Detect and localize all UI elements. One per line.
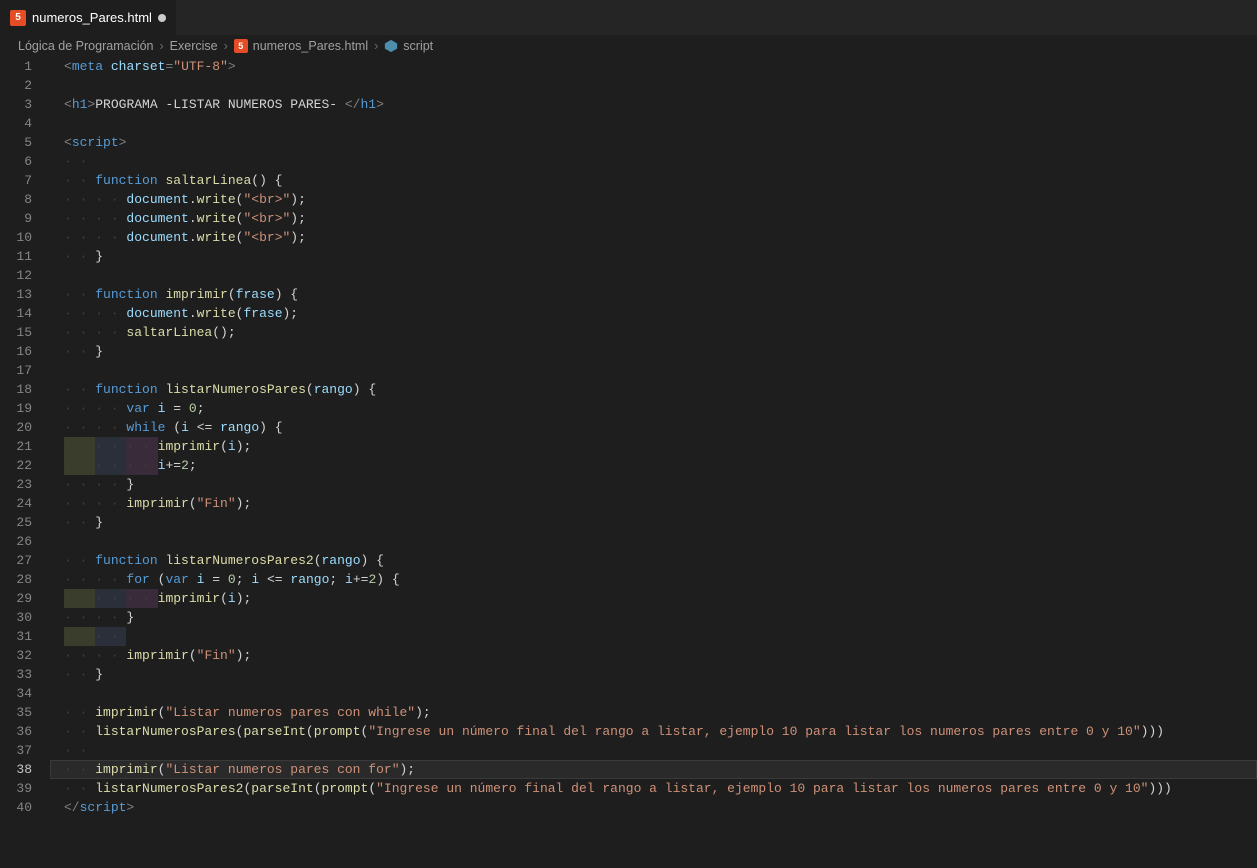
code-line[interactable]: · · } <box>50 342 1257 361</box>
code-line[interactable]: · · function saltarLinea() { <box>50 171 1257 190</box>
code-area[interactable]: <meta charset="UTF-8"> <h1>PROGRAMA -LIST… <box>50 57 1257 868</box>
line-number: 17 <box>0 361 32 380</box>
modified-indicator-icon <box>158 14 166 22</box>
breadcrumb-item[interactable]: Exercise <box>170 39 218 53</box>
line-number: 8 <box>0 190 32 209</box>
line-number: 39 <box>0 779 32 798</box>
code-line[interactable]: · · · · <box>50 627 1257 646</box>
line-number: 12 <box>0 266 32 285</box>
line-number: 18 <box>0 380 32 399</box>
code-line[interactable]: · · } <box>50 247 1257 266</box>
code-line[interactable]: · · · · } <box>50 608 1257 627</box>
line-number: 34 <box>0 684 32 703</box>
code-line[interactable]: · · · · saltarLinea(); <box>50 323 1257 342</box>
symbol-icon <box>384 39 398 53</box>
code-line[interactable] <box>50 684 1257 703</box>
line-number: 14 <box>0 304 32 323</box>
line-number-gutter: 1234567891011121314151617181920212223242… <box>0 57 50 868</box>
line-number: 28 <box>0 570 32 589</box>
line-number: 7 <box>0 171 32 190</box>
line-number: 25 <box>0 513 32 532</box>
line-number: 40 <box>0 798 32 817</box>
line-number: 21 <box>0 437 32 456</box>
line-number: 24 <box>0 494 32 513</box>
code-line[interactable]: · · · · imprimir("Fin"); <box>50 494 1257 513</box>
code-line[interactable]: · · <box>50 152 1257 171</box>
code-line[interactable]: · · · · document.write("<br>"); <box>50 190 1257 209</box>
line-number: 22 <box>0 456 32 475</box>
line-number: 32 <box>0 646 32 665</box>
code-line[interactable]: <meta charset="UTF-8"> <box>50 57 1257 76</box>
line-number: 35 <box>0 703 32 722</box>
code-line[interactable]: · · · · · · imprimir(i); <box>50 589 1257 608</box>
code-line[interactable]: · · · · · · i+=2; <box>50 456 1257 475</box>
tab-bar: 5 numeros_Pares.html <box>0 0 1257 35</box>
code-editor[interactable]: 1234567891011121314151617181920212223242… <box>0 57 1257 868</box>
line-number: 6 <box>0 152 32 171</box>
code-line[interactable]: · · · · while (i <= rango) { <box>50 418 1257 437</box>
line-number: 2 <box>0 76 32 95</box>
code-line[interactable] <box>50 361 1257 380</box>
code-line[interactable]: · · <box>50 741 1257 760</box>
line-number: 27 <box>0 551 32 570</box>
code-line[interactable]: · · imprimir("Listar numeros pares con w… <box>50 703 1257 722</box>
code-line[interactable] <box>50 532 1257 551</box>
tab-filename: numeros_Pares.html <box>32 10 152 25</box>
line-number: 13 <box>0 285 32 304</box>
line-number: 33 <box>0 665 32 684</box>
chevron-right-icon: › <box>374 39 378 53</box>
line-number: 10 <box>0 228 32 247</box>
line-number: 37 <box>0 741 32 760</box>
code-line[interactable]: · · } <box>50 665 1257 684</box>
chevron-right-icon: › <box>224 39 228 53</box>
line-number: 30 <box>0 608 32 627</box>
html5-icon: 5 <box>10 10 26 26</box>
code-line[interactable] <box>50 266 1257 285</box>
line-number: 36 <box>0 722 32 741</box>
breadcrumb-item[interactable]: 5 numeros_Pares.html <box>234 39 368 53</box>
chevron-right-icon: › <box>160 39 164 53</box>
line-number: 3 <box>0 95 32 114</box>
code-line[interactable]: · · · · var i = 0; <box>50 399 1257 418</box>
line-number: 19 <box>0 399 32 418</box>
line-number: 26 <box>0 532 32 551</box>
code-line[interactable]: · · function listarNumerosPares2(rango) … <box>50 551 1257 570</box>
code-line[interactable]: · · listarNumerosPares2(parseInt(prompt(… <box>50 779 1257 798</box>
line-number: 38 <box>0 760 32 779</box>
line-number: 1 <box>0 57 32 76</box>
code-line[interactable]: · · · · for (var i = 0; i <= rango; i+=2… <box>50 570 1257 589</box>
html5-icon: 5 <box>234 39 248 53</box>
line-number: 31 <box>0 627 32 646</box>
line-number: 23 <box>0 475 32 494</box>
code-line[interactable]: · · · · imprimir("Fin"); <box>50 646 1257 665</box>
breadcrumb: Lógica de Programación › Exercise › 5 nu… <box>0 35 1257 57</box>
code-line[interactable]: · · · · document.write("<br>"); <box>50 228 1257 247</box>
line-number: 5 <box>0 133 32 152</box>
code-line[interactable]: · · · · · · imprimir(i); <box>50 437 1257 456</box>
line-number: 9 <box>0 209 32 228</box>
code-line[interactable]: · · imprimir("Listar numeros pares con f… <box>50 760 1257 779</box>
breadcrumb-item[interactable]: Lógica de Programación <box>18 39 154 53</box>
code-line[interactable]: </script> <box>50 798 1257 817</box>
line-number: 4 <box>0 114 32 133</box>
line-number: 11 <box>0 247 32 266</box>
code-line[interactable]: <script> <box>50 133 1257 152</box>
code-line[interactable]: · · listarNumerosPares(parseInt(prompt("… <box>50 722 1257 741</box>
tab-numeros-pares[interactable]: 5 numeros_Pares.html <box>0 0 177 35</box>
code-line[interactable]: · · function imprimir(frase) { <box>50 285 1257 304</box>
code-line[interactable] <box>50 76 1257 95</box>
line-number: 15 <box>0 323 32 342</box>
line-number: 20 <box>0 418 32 437</box>
code-line[interactable]: · · · · document.write(frase); <box>50 304 1257 323</box>
code-line[interactable]: · · · · document.write("<br>"); <box>50 209 1257 228</box>
line-number: 16 <box>0 342 32 361</box>
code-line[interactable]: · · function listarNumerosPares(rango) { <box>50 380 1257 399</box>
code-line[interactable] <box>50 114 1257 133</box>
code-line[interactable]: · · · · } <box>50 475 1257 494</box>
code-line[interactable]: <h1>PROGRAMA -LISTAR NUMEROS PARES- </h1… <box>50 95 1257 114</box>
breadcrumb-item[interactable]: script <box>384 39 433 53</box>
line-number: 29 <box>0 589 32 608</box>
code-line[interactable]: · · } <box>50 513 1257 532</box>
